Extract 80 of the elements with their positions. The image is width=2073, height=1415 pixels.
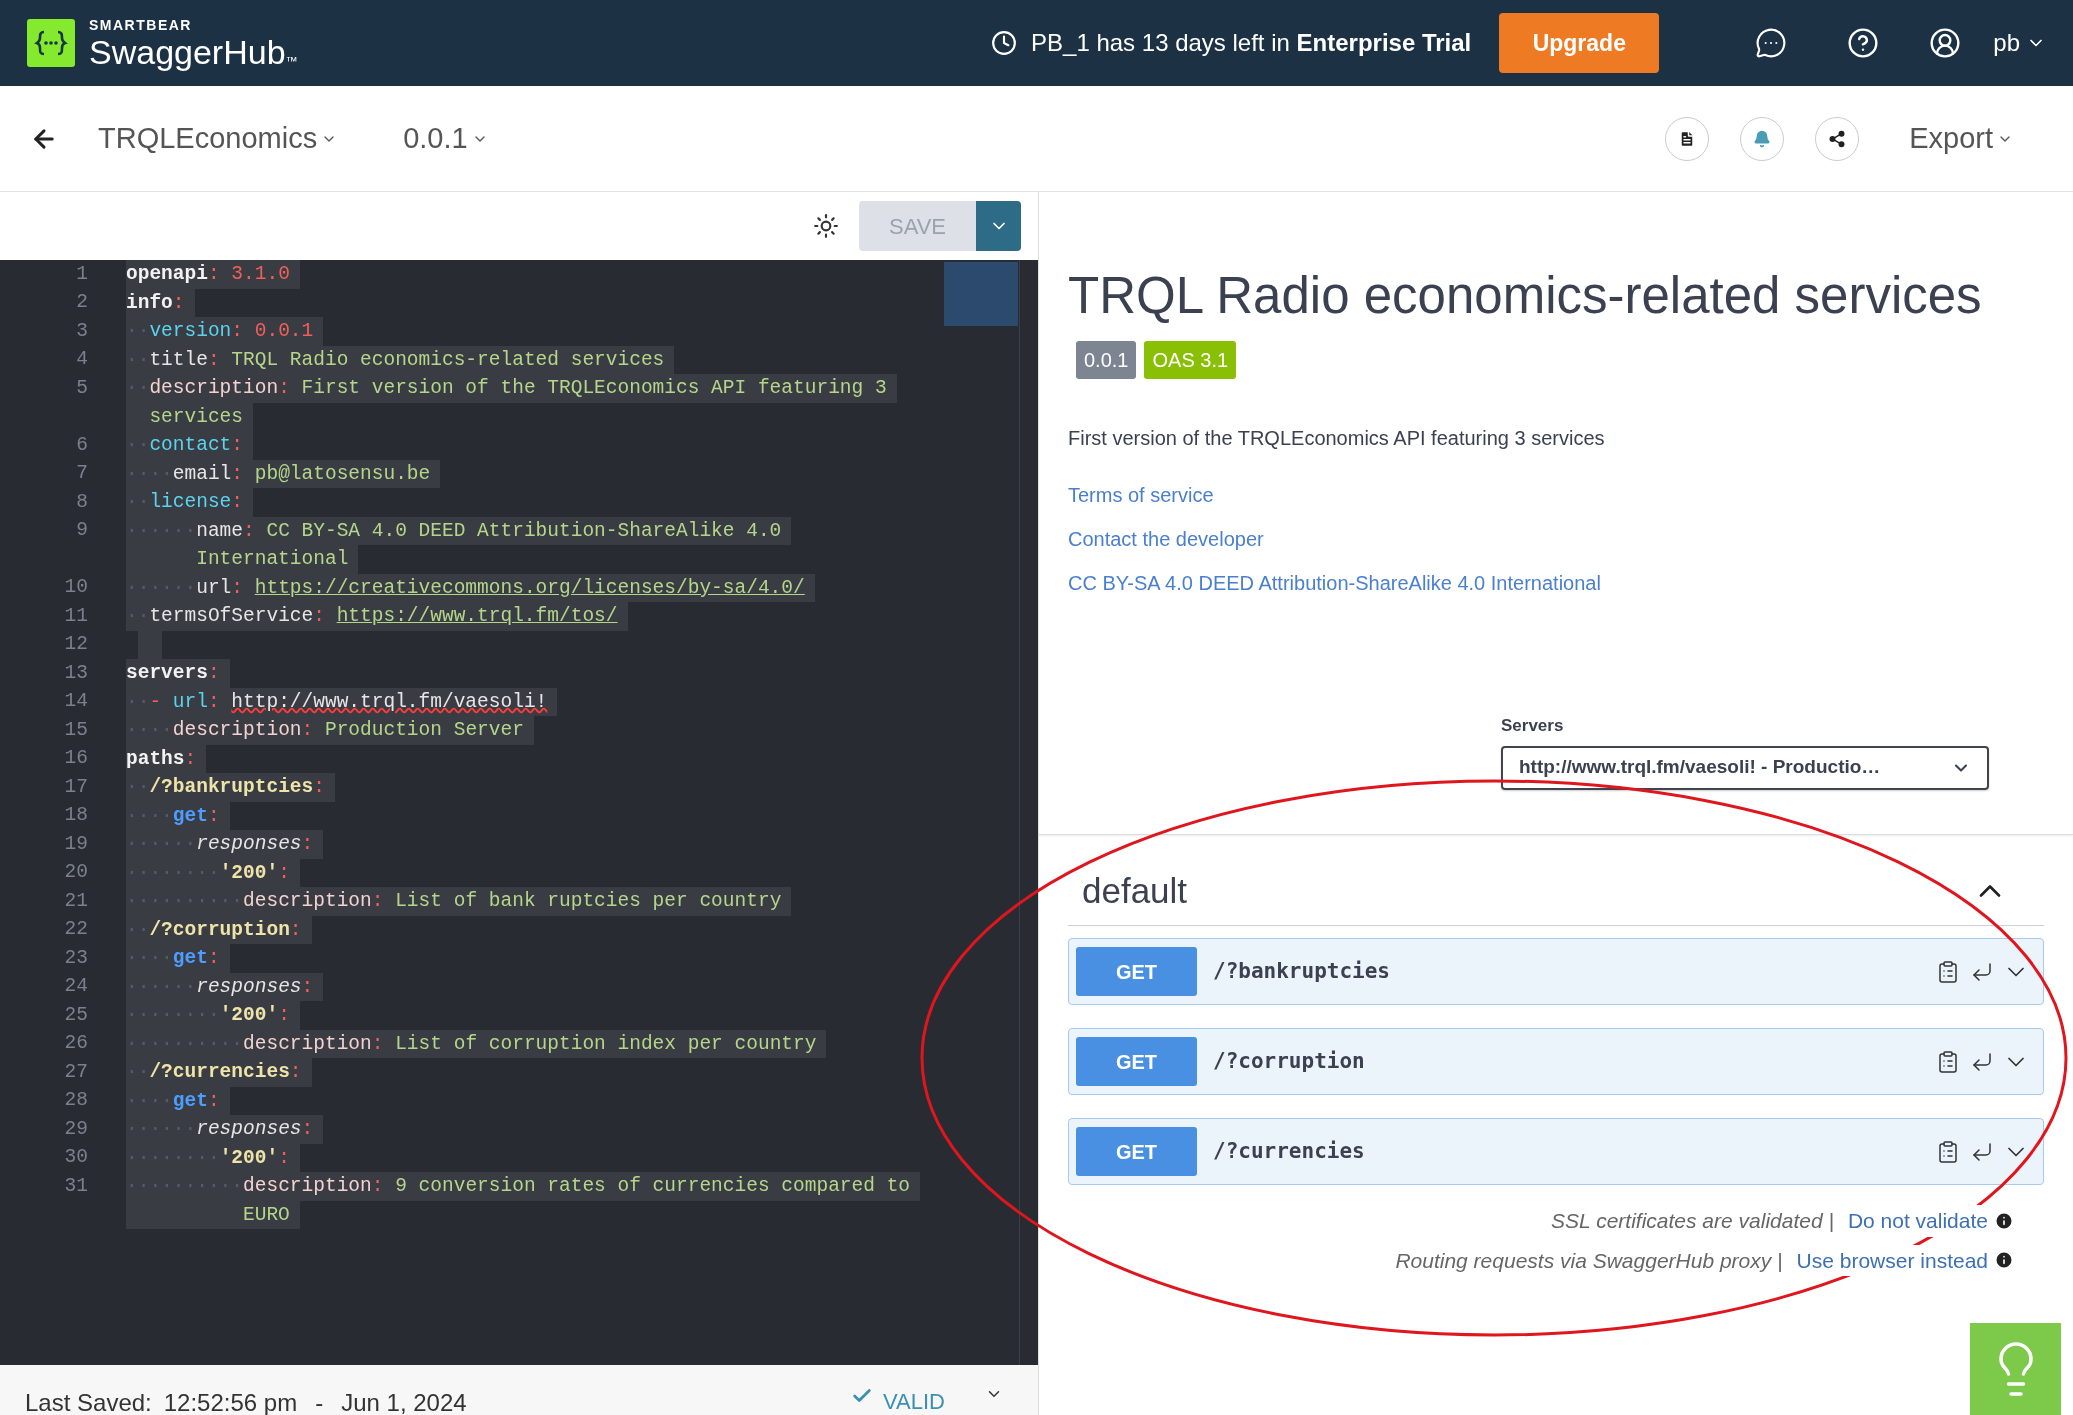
version-badge: 0.0.1 <box>1076 341 1137 379</box>
line-number: 31 <box>63 1173 88 1199</box>
line-number: 15 <box>63 717 88 743</box>
info-link[interactable]: Contact the developer <box>1068 527 1601 551</box>
note-link[interactable]: Use browser instead <box>1796 1244 1988 1276</box>
share-icon <box>1828 129 1847 148</box>
line-number: 6 <box>75 432 88 458</box>
line-number: 19 <box>63 831 88 857</box>
line-number: 21 <box>63 888 88 914</box>
api-title: TRQL Radio economics-related services <box>1068 266 1982 326</box>
validity-status: VALID <box>883 1388 945 1415</box>
brand-subtitle: SMARTBEAR <box>89 17 193 32</box>
last-saved-label: Last Saved: <box>25 1388 152 1415</box>
code-editor[interactable] <box>0 260 1038 1365</box>
user-menu[interactable]: pb <box>1993 25 2046 61</box>
help-icon[interactable] <box>1847 27 1880 59</box>
operation-path: /?bankruptcies <box>1213 957 1390 985</box>
line-number: 30 <box>63 1145 88 1171</box>
separator-text: - <box>315 1388 324 1415</box>
line-number: 25 <box>63 1002 88 1028</box>
servers-select[interactable]: http://www.trql.fm/vaesoli! - Productio… <box>1501 745 1989 790</box>
bell-icon <box>1753 129 1772 148</box>
operation-row[interactable]: GET /?corruption <box>1068 1028 2044 1095</box>
info-icon[interactable] <box>1994 1250 2014 1271</box>
chat-icon[interactable] <box>1755 27 1788 59</box>
info-link[interactable]: Terms of service <box>1068 483 1601 507</box>
version-dropdown[interactable]: 0.0.1 <box>403 116 488 161</box>
trial-notice: PB_1 has 13 days left in Enterprise Trial <box>1031 28 1472 58</box>
line-number: 20 <box>63 860 88 886</box>
last-saved-date: Jun 1, 2024 <box>341 1388 467 1415</box>
info-link[interactable]: CC BY-SA 4.0 DEED Attribution-ShareAlike 4.0 International <box>1068 571 1601 595</box>
api-description: First version of the TRQLEconomics API featuring 3 services <box>1068 426 1605 451</box>
line-number: 11 <box>63 603 88 629</box>
line-number: 7 <box>75 461 88 487</box>
line-number: 17 <box>63 774 88 800</box>
export-dropdown[interactable]: Export <box>1909 116 2013 161</box>
line-number: 22 <box>63 917 88 943</box>
clock-icon <box>991 30 1018 56</box>
line-number: 27 <box>63 1059 88 1085</box>
line-number: 1 <box>75 261 88 287</box>
proxy-note: Routing requests via SwaggerHub proxy | <box>1395 1247 1783 1274</box>
api-name-dropdown[interactable]: TRQLEconomics <box>98 116 338 161</box>
line-number: 3 <box>75 318 88 344</box>
line-number: 13 <box>63 660 88 686</box>
brand-name: SwaggerHub <box>89 34 286 69</box>
line-number: 29 <box>63 1116 88 1142</box>
line-number: 23 <box>63 945 88 971</box>
line-number: 4 <box>75 347 88 373</box>
line-number: 5 <box>75 375 88 401</box>
info-icon[interactable] <box>1994 1210 2014 1231</box>
method-badge: GET <box>1076 1127 1197 1176</box>
line-number: 12 <box>63 632 88 658</box>
operation-row[interactable]: GET /?bankruptcies <box>1068 938 2044 1005</box>
line-number: 2 <box>75 290 88 316</box>
proxy-note: SSL certificates are validated | <box>1551 1208 1834 1234</box>
operation-path: /?corruption <box>1213 1047 1365 1075</box>
method-badge: GET <box>1076 947 1197 996</box>
line-number: 24 <box>63 974 88 1000</box>
theme-toggle-icon[interactable] <box>813 213 839 239</box>
note-link[interactable]: Do not validate <box>1847 1205 1988 1237</box>
clipboard-icon[interactable] <box>1936 1049 1960 1074</box>
version-badge: OAS 3.1 <box>1144 341 1237 379</box>
logo-icon <box>27 19 75 67</box>
section-heading[interactable]: default <box>1082 864 1188 917</box>
servers-label: Servers <box>1501 715 1564 737</box>
clipboard-icon[interactable] <box>1936 959 1960 984</box>
line-number: 8 <box>75 489 88 515</box>
clipboard-icon[interactable] <box>1936 1139 1960 1164</box>
line-number: 28 <box>63 1088 88 1114</box>
line-number: 14 <box>63 689 88 715</box>
method-badge: GET <box>1076 1037 1197 1086</box>
operation-row[interactable]: GET /?currencies <box>1068 1118 2044 1185</box>
trademark-mark: ™ <box>285 54 298 67</box>
line-number: 26 <box>63 1031 88 1057</box>
line-number: 18 <box>63 803 88 829</box>
operation-path: /?currencies <box>1213 1137 1365 1165</box>
user-icon[interactable] <box>1929 27 1962 59</box>
line-number: 16 <box>63 746 88 772</box>
line-number: 9 <box>75 518 88 544</box>
line-number: 10 <box>63 575 88 601</box>
